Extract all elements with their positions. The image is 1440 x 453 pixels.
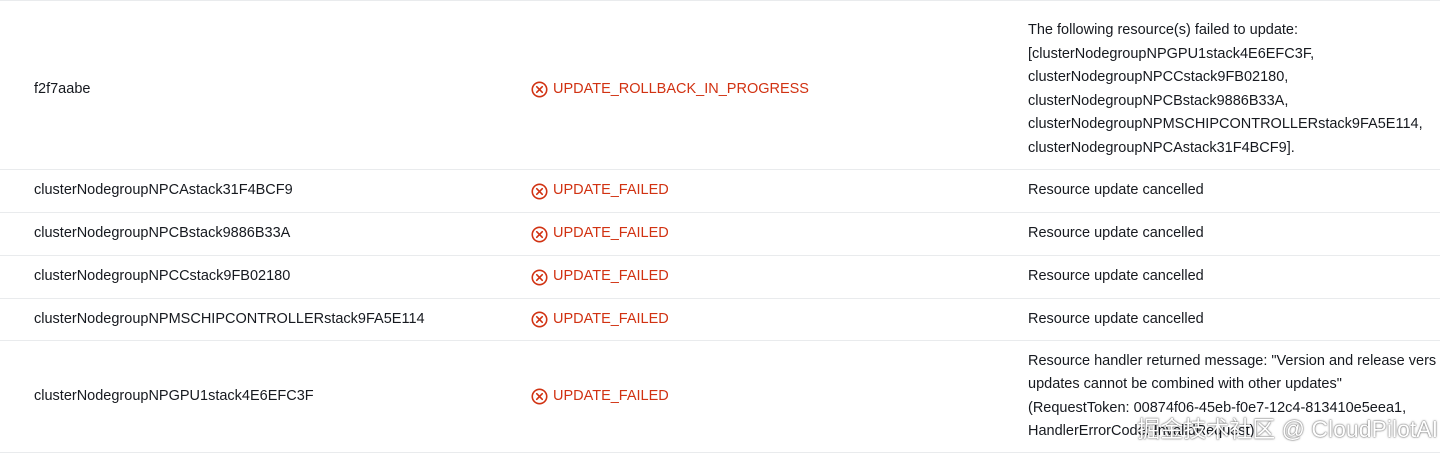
status-reason-cell: Resource update cancelled [1028,256,1440,298]
logical-id-cell: clusterNodegroupNPGPU1stack4E6EFC3F [34,387,314,404]
status-reason-cell: Resource update cancelled [1028,299,1440,340]
table-row: clusterNodegroupNPCCstack9FB02180 UPDATE… [0,256,1440,299]
table-row: clusterNodegroupNPMSCHIPCONTROLLERstack9… [0,299,1440,341]
table-row: f2f7aabe UPDATE_ROLLBACK_IN_PROGRESS The… [0,10,1440,170]
table-row: clusterNodegroupNPCBstack9886B33A UPDATE… [0,213,1440,256]
status-label: UPDATE_FAILED [553,387,669,404]
status-label: UPDATE_FAILED [553,225,669,242]
status-reason-line: Resource handler returned message: "Vers… [1028,352,1437,369]
table-row: clusterNodegroupNPCAstack31F4BCF9 UPDATE… [0,170,1440,213]
status-reason-line: Resource update cancelled [1028,310,1204,327]
status-reason-line: Resource update cancelled [1028,225,1204,242]
status-reason-line: [clusterNodegroupNPGPU1stack4E6EFC3F, [1028,45,1315,62]
status-reason-line: clusterNodegroupNPCAstack31F4BCF9]. [1028,139,1295,156]
status-cell: UPDATE_FAILED [531,213,1001,255]
status-cell: UPDATE_ROLLBACK_IN_PROGRESS [531,10,1001,169]
status-reason-cell: Resource update cancelled [1028,170,1440,212]
status-label: UPDATE_FAILED [553,268,669,285]
status-cell: UPDATE_FAILED [531,170,1001,212]
logical-id-cell: clusterNodegroupNPMSCHIPCONTROLLERstack9… [34,310,425,327]
status-reason-cell: The following resource(s) failed to upda… [1028,10,1440,169]
status-reason-line: clusterNodegroupNPCBstack9886B33A, [1028,92,1289,109]
status-reason-cell: Resource update cancelled [1028,213,1440,255]
status-reason-line: The following resource(s) failed to upda… [1028,22,1299,38]
status-cell: UPDATE_FAILED [531,341,1001,452]
stack-events-table: f2f7aabe UPDATE_ROLLBACK_IN_PROGRESS The… [0,0,1440,453]
status-label: UPDATE_FAILED [553,310,669,327]
status-reason-line: clusterNodegroupNPCCstack9FB02180, [1028,69,1289,85]
status-label: UPDATE_FAILED [553,182,669,199]
logical-id-cell: clusterNodegroupNPCAstack31F4BCF9 [34,182,293,199]
x-circle-icon [531,225,548,243]
status-cell: UPDATE_FAILED [531,256,1001,298]
status-reason-line: updates cannot be combined with other up… [1028,376,1342,392]
status-cell: UPDATE_FAILED [531,299,1001,340]
status-reason-line: Resource update cancelled [1028,268,1204,285]
x-circle-icon [531,81,548,98]
watermark-text: 掘金技术社区 @ CloudPilotAI [1137,416,1438,442]
logical-id-cell: clusterNodegroupNPCBstack9886B33A [34,225,291,242]
x-circle-icon [531,388,548,405]
x-circle-icon [531,268,548,286]
status-label: UPDATE_ROLLBACK_IN_PROGRESS [553,80,809,97]
logical-id-cell: f2f7aabe [34,80,91,97]
x-circle-icon [531,182,548,200]
logical-id-cell: clusterNodegroupNPCCstack9FB02180 [34,268,291,285]
status-reason-line: clusterNodegroupNPMSCHIPCONTROLLERstack9… [1028,116,1423,132]
x-circle-icon [531,311,548,328]
status-reason-line: Resource update cancelled [1028,182,1204,199]
